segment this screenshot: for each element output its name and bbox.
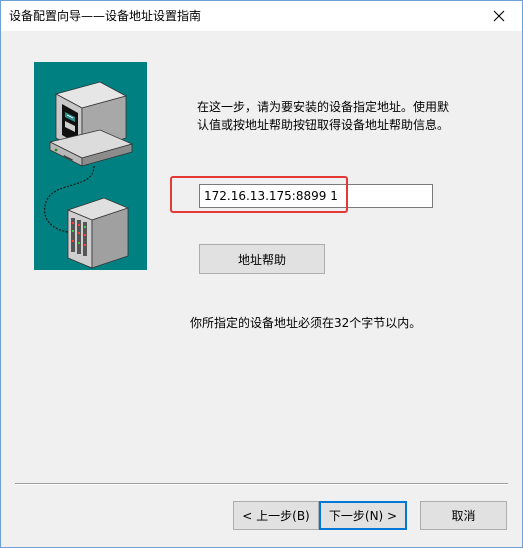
next-button[interactable]: 下一步(N) > (319, 501, 407, 530)
close-button[interactable] (476, 1, 522, 30)
address-length-note: 你所指定的设备地址必须在32个字节以内。 (190, 316, 422, 330)
computer-icon (48, 81, 134, 167)
footer-separator (15, 483, 508, 485)
address-help-button[interactable]: 地址帮助 (199, 244, 325, 274)
wizard-window: 设备配置向导——设备地址设置指南 在这一步，请为要安装的设备指定地址。使用默 认… (0, 0, 523, 548)
description-line-1: 在这一步，请为要安装的设备指定地址。使用默 (197, 100, 450, 114)
computer-device-illustration (44, 81, 134, 269)
wizard-illustration (34, 62, 147, 270)
wizard-content: 在这一步，请为要安装的设备指定地址。使用默 认值或按地址帮助按钮取得设备地址帮助… (1, 31, 522, 547)
cancel-button[interactable]: 取消 (420, 501, 507, 530)
title-bar: 设备配置向导——设备地址设置指南 (1, 1, 522, 31)
step-description: 在这一步，请为要安装的设备指定地址。使用默 认值或按地址帮助按钮取得设备地址帮助… (197, 98, 477, 134)
device-rack-icon (66, 197, 130, 269)
close-icon (493, 10, 505, 21)
window-title: 设备配置向导——设备地址设置指南 (9, 9, 202, 23)
back-button[interactable]: < 上一步(B) (233, 501, 319, 530)
device-address-input[interactable]: 172.16.13.175:8899 1 (199, 184, 433, 208)
description-line-2: 认值或按地址帮助按钮取得设备地址帮助信息。 (197, 118, 450, 132)
